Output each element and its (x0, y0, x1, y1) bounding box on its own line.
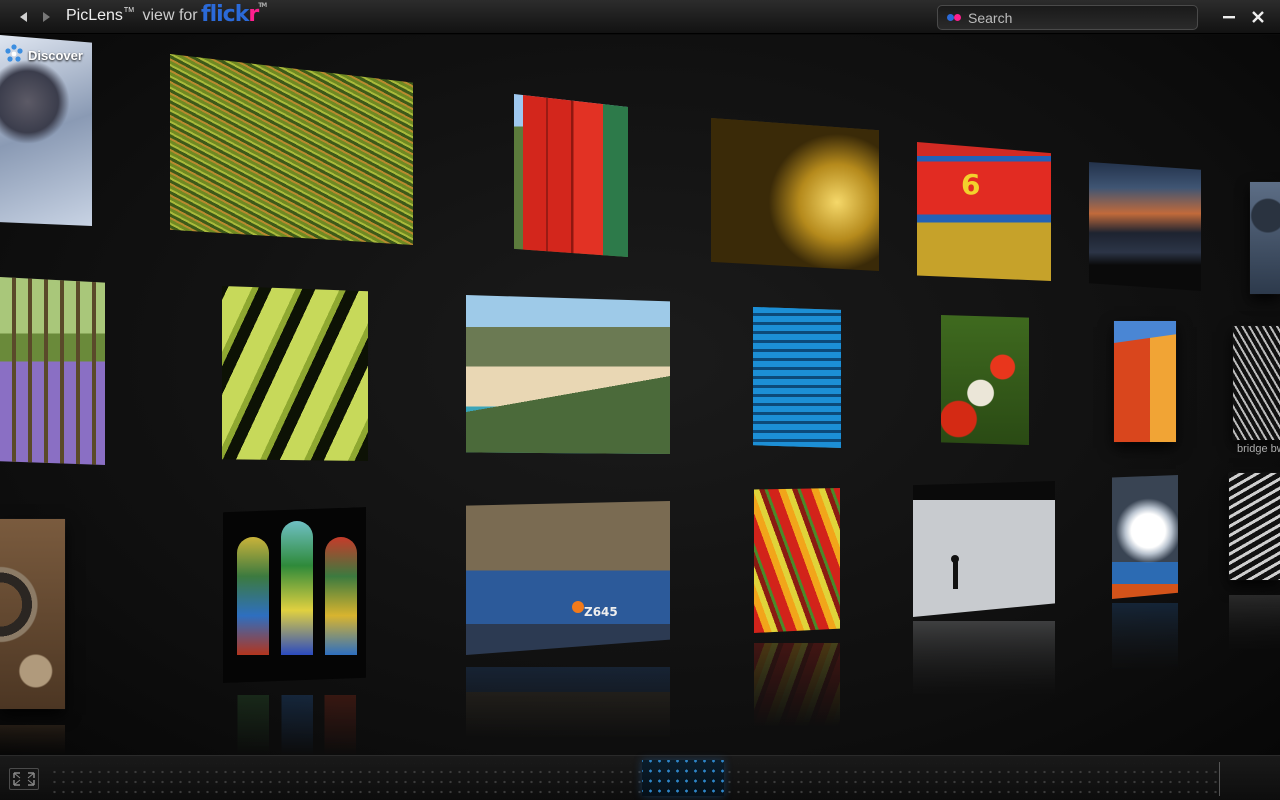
photo-tile-beach-silhouettes[interactable] (913, 481, 1055, 617)
photo-tile-blue-chair[interactable] (753, 307, 841, 448)
scrubber-thumb[interactable] (642, 760, 724, 796)
photo-tile-wave[interactable] (1112, 475, 1178, 599)
boat-number: 6 (961, 168, 981, 201)
bottom-bar (0, 755, 1280, 800)
photo-tile-stained-glass[interactable] (223, 507, 366, 683)
photo-tile-phone-boxes[interactable] (514, 94, 628, 257)
photo-caption: bridge bw (1237, 443, 1280, 455)
forward-arrow-icon[interactable] (38, 9, 54, 25)
photo-tile-sunset-bench[interactable] (1089, 162, 1201, 291)
photo-tile-fishing-boat[interactable]: Z645 (466, 501, 670, 655)
search-input[interactable] (968, 9, 1188, 27)
boat-registration: Z645 (584, 605, 618, 619)
flickr-logo: flickrTM (201, 2, 267, 27)
scrubber-end-divider (1219, 762, 1220, 796)
discover-label[interactable]: Discover (4, 44, 83, 64)
photo-tile-bluebells[interactable] (0, 277, 105, 465)
photo-tile-tomatoes[interactable] (941, 315, 1029, 445)
flickr-dots-icon (947, 14, 963, 22)
photo-tile-aloe[interactable] (222, 286, 368, 461)
photo-tile-bridge-bw[interactable] (1233, 326, 1280, 440)
app-title: PicLensTM view for (66, 7, 198, 25)
photo-tile-brass[interactable] (711, 118, 879, 271)
photo-tile-railing[interactable] (1229, 473, 1280, 580)
photo-tile-orange-house[interactable] (1114, 321, 1176, 442)
fullscreen-icon[interactable] (9, 768, 39, 790)
search-box[interactable] (937, 5, 1198, 30)
photo-tile-grass[interactable] (170, 54, 413, 245)
close-icon[interactable] (1250, 9, 1266, 25)
photo-tile-rocks[interactable] (1250, 182, 1280, 294)
app-name: PicLens (66, 7, 123, 24)
photo-tile-boat-red[interactable]: 6 (917, 142, 1051, 281)
back-arrow-icon[interactable] (16, 9, 32, 25)
trademark: TM (123, 7, 135, 14)
wall-scrubber[interactable] (52, 763, 1220, 794)
minimize-icon[interactable] (1221, 9, 1237, 25)
photo-wall[interactable]: Discover 6 bridge bw Z645 (0, 35, 1280, 755)
photo-tile-beach[interactable] (466, 295, 670, 454)
photo-tile-peppers[interactable] (754, 488, 840, 633)
view-for-label: view for (142, 7, 198, 24)
title-bar: PicLensTM view for flickrTM (0, 0, 1280, 34)
flickr-logo-tm: TM (258, 2, 267, 9)
photo-tile-snake[interactable] (0, 519, 65, 709)
discover-icon (5, 44, 23, 62)
